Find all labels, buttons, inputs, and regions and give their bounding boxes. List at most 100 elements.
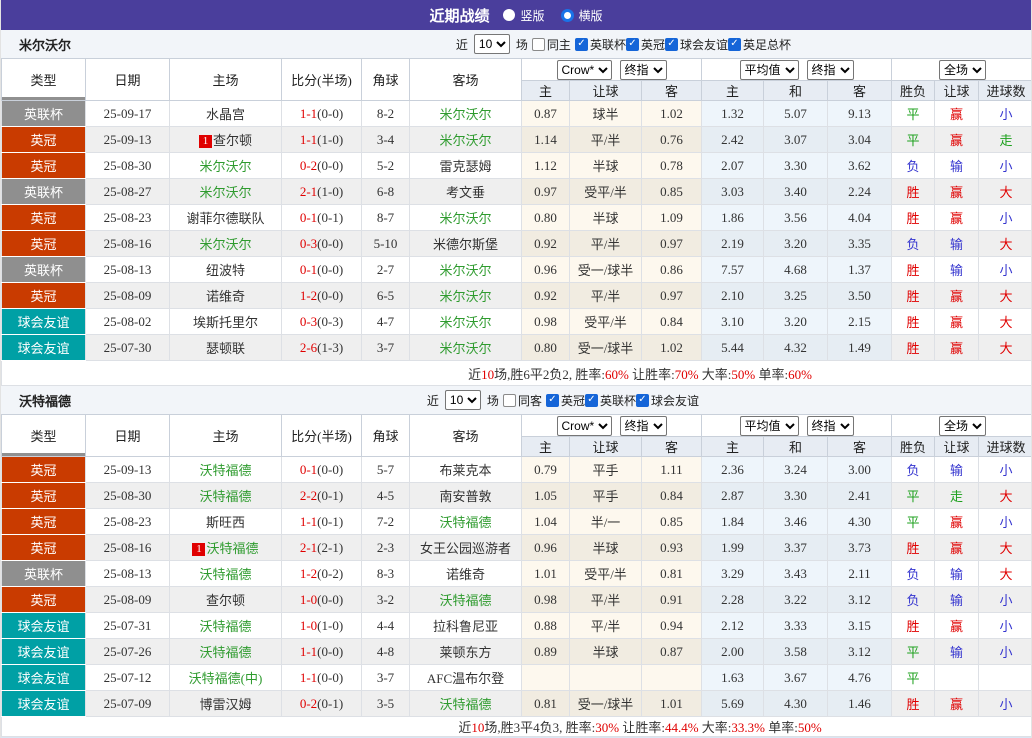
league-filter-checkbox[interactable]: ✓ 英冠 bbox=[625, 36, 665, 53]
odds-handicap: 半球 bbox=[569, 638, 642, 665]
radio-horizontal-layout[interactable]: 横版 bbox=[560, 7, 603, 24]
result-wdl: 平 bbox=[891, 664, 936, 691]
subcol-handicap: 让球 bbox=[569, 436, 642, 457]
avg-draw: 3.37 bbox=[763, 534, 829, 561]
league-badge: 英冠 bbox=[1, 204, 86, 231]
subcol-avg-draw: 和 bbox=[763, 436, 829, 457]
result-handicap: 赢 bbox=[934, 508, 980, 535]
score: 2-1(1-0) bbox=[281, 178, 362, 205]
avg-home: 1.86 bbox=[701, 204, 765, 231]
result-wdl: 负 bbox=[891, 560, 936, 587]
recent-count-select[interactable]: 10 bbox=[473, 34, 510, 54]
league-badge: 球会友谊 bbox=[1, 334, 86, 361]
match-date: 25-09-13 bbox=[85, 126, 170, 153]
col-header-type[interactable]: 类型 bbox=[1, 414, 86, 457]
score: 2-6(1-3) bbox=[281, 334, 362, 361]
avg-draw: 3.25 bbox=[763, 282, 829, 309]
score: 1-1(1-0) bbox=[281, 126, 362, 153]
avg-home: 7.57 bbox=[701, 256, 765, 283]
match-date: 25-08-23 bbox=[85, 204, 170, 231]
final-index-select-2[interactable]: 终指 bbox=[806, 59, 854, 80]
league-badge: 英联杯 bbox=[1, 256, 86, 283]
final-index-select[interactable]: 终指 bbox=[619, 415, 667, 436]
col-header-corner[interactable]: 角球 bbox=[361, 58, 410, 101]
home-team: 沃特福德 bbox=[169, 560, 282, 587]
avg-draw: 3.30 bbox=[763, 482, 829, 509]
result-wdl: 平 bbox=[891, 126, 936, 153]
match-date: 25-08-23 bbox=[85, 508, 170, 535]
league-filter-checkbox[interactable]: ✓ 英联杯 bbox=[574, 36, 626, 53]
final-index-select-2[interactable]: 终指 bbox=[806, 415, 854, 436]
scope-select[interactable]: 全场 bbox=[939, 415, 987, 436]
score: 1-1(0-0) bbox=[281, 638, 362, 665]
away-team: 雷克瑟姆 bbox=[409, 152, 522, 179]
odds-source-select[interactable]: Crow* bbox=[556, 415, 612, 436]
recent-count-select[interactable]: 10 bbox=[444, 390, 481, 410]
avg-home: 3.29 bbox=[701, 560, 765, 587]
score: 2-2(0-1) bbox=[281, 482, 362, 509]
league-filter-label: 英联杯 bbox=[599, 393, 636, 408]
away-team: 考文垂 bbox=[409, 178, 522, 205]
odds-source-select[interactable]: Crow* bbox=[556, 59, 612, 80]
corner-score: 5-2 bbox=[361, 152, 410, 179]
away-team: 南安普敦 bbox=[409, 482, 522, 509]
checkbox-unchecked-icon bbox=[502, 393, 516, 407]
score: 0-1(0-0) bbox=[281, 456, 362, 483]
subcol-odds-home: 主 bbox=[521, 80, 570, 101]
odds-home: 1.01 bbox=[521, 560, 570, 587]
col-header-home[interactable]: 主场 bbox=[169, 58, 282, 101]
same-venue-checkbox[interactable]: 同主 bbox=[531, 36, 571, 53]
avg-draw: 3.20 bbox=[763, 308, 829, 335]
league-filter-checkbox[interactable]: ✓ 球会友谊 bbox=[664, 36, 728, 53]
same-venue-label: 同主 bbox=[546, 37, 571, 52]
result-handicap: 输 bbox=[934, 256, 980, 283]
score: 1-2(0-0) bbox=[281, 282, 362, 309]
result-handicap: 输 bbox=[934, 638, 980, 665]
radio-vertical-layout[interactable]: 竖版 bbox=[503, 7, 545, 24]
col-header-away[interactable]: 客场 bbox=[409, 58, 522, 101]
avg-home: 1.32 bbox=[701, 100, 765, 127]
corner-score: 8-7 bbox=[361, 204, 410, 231]
table-row: 英联杯 25-09-17 水晶宫 1-1(0-0) 8-2 米尔沃尔 0.87 … bbox=[1, 100, 1031, 127]
col-header-date[interactable]: 日期 bbox=[85, 414, 170, 457]
league-filter-checkbox[interactable]: ✓ 球会友谊 bbox=[635, 392, 699, 409]
result-wdl: 胜 bbox=[891, 534, 936, 561]
result-goals: 大 bbox=[978, 230, 1031, 257]
league-filter-label: 球会友谊 bbox=[679, 37, 728, 52]
filter-bar: 近 10 场 同客 ✓ 英冠 ✓ 英联杯 ✓ 球会友谊 bbox=[427, 390, 699, 410]
home-team: 沃特福德 bbox=[169, 456, 282, 483]
average-select[interactable]: 平均值 bbox=[739, 59, 799, 80]
corner-score: 4-8 bbox=[361, 638, 410, 665]
avg-away: 4.30 bbox=[827, 508, 893, 535]
checkbox-unchecked-icon bbox=[531, 37, 545, 51]
col-header-date[interactable]: 日期 bbox=[85, 58, 170, 101]
subcol-wdl: 胜负 bbox=[891, 436, 936, 457]
league-filter-checkbox[interactable]: ✓ 英联杯 bbox=[584, 392, 636, 409]
league-filter-checkbox[interactable]: ✓ 英冠 bbox=[545, 392, 585, 409]
avg-home: 2.42 bbox=[701, 126, 765, 153]
col-header-away[interactable]: 客场 bbox=[409, 414, 522, 457]
same-venue-checkbox[interactable]: 同客 bbox=[502, 392, 542, 409]
final-index-select[interactable]: 终指 bbox=[619, 59, 667, 80]
scope-select[interactable]: 全场 bbox=[939, 59, 987, 80]
league-badge: 英冠 bbox=[1, 456, 86, 483]
home-team: 米尔沃尔 bbox=[169, 178, 282, 205]
avg-away: 2.24 bbox=[827, 178, 893, 205]
col-header-score[interactable]: 比分(半场) bbox=[281, 58, 362, 101]
away-team: 沃特福德 bbox=[409, 508, 522, 535]
odds-away: 0.97 bbox=[640, 282, 703, 309]
match-date: 25-09-17 bbox=[85, 100, 170, 127]
league-filter-checkbox[interactable]: ✓ 英足总杯 bbox=[727, 36, 791, 53]
col-header-type[interactable]: 类型 bbox=[1, 58, 86, 101]
table-row: 英冠 25-08-09 查尔顿 1-0(0-0) 3-2 沃特福德 0.98 平… bbox=[1, 586, 1031, 613]
avg-draw: 4.32 bbox=[763, 334, 829, 361]
col-header-score[interactable]: 比分(半场) bbox=[281, 414, 362, 457]
home-team: 水晶宫 bbox=[169, 100, 282, 127]
away-team: 米尔沃尔 bbox=[409, 256, 522, 283]
col-header-corner[interactable]: 角球 bbox=[361, 414, 410, 457]
col-header-home[interactable]: 主场 bbox=[169, 414, 282, 457]
result-goals: 小 bbox=[978, 690, 1031, 717]
odds-home: 0.92 bbox=[521, 230, 570, 257]
average-select[interactable]: 平均值 bbox=[739, 415, 799, 436]
away-team: 米尔沃尔 bbox=[409, 334, 522, 361]
